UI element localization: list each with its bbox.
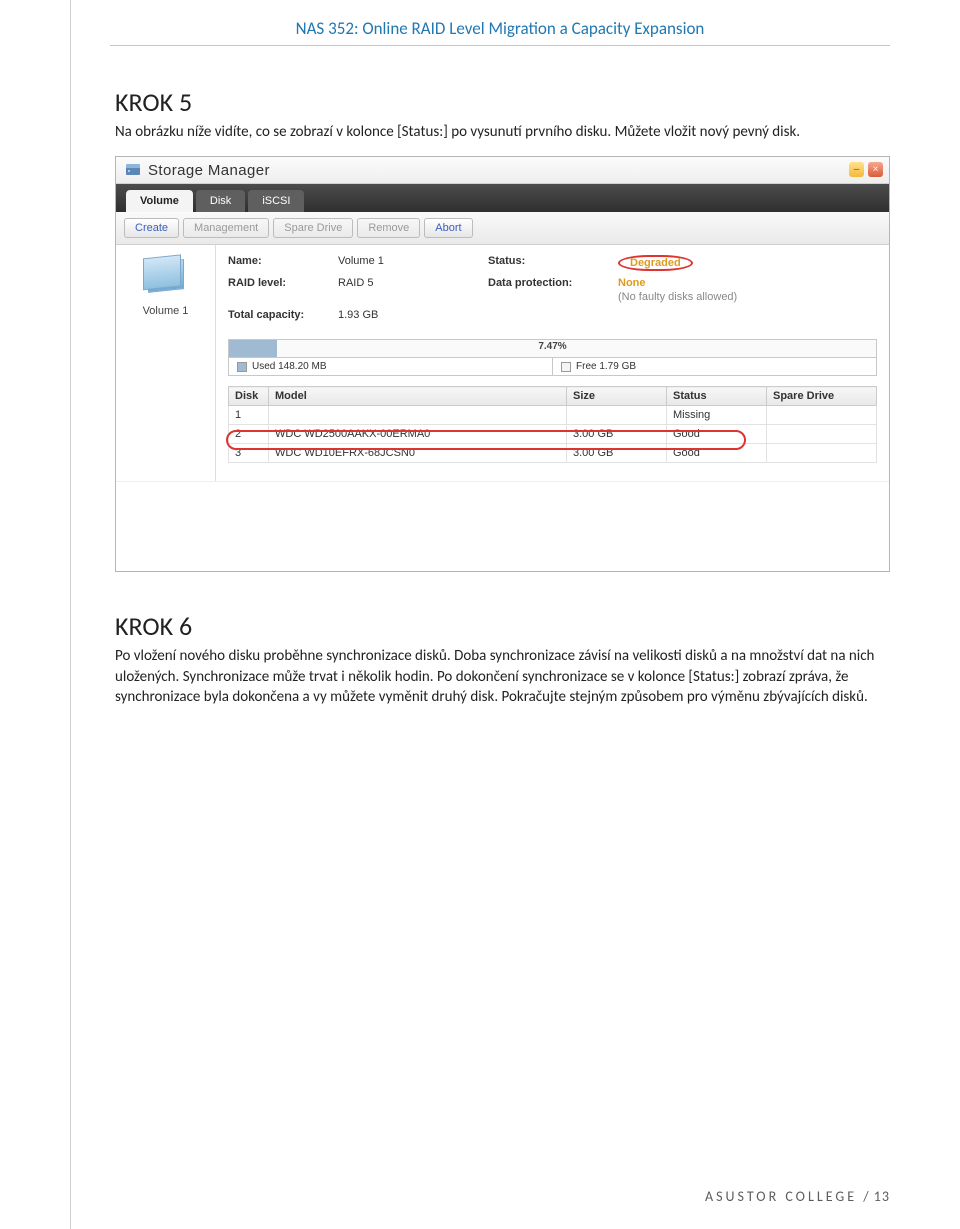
col-spare[interactable]: Spare Drive: [767, 387, 877, 406]
footer-brand: ASUSTOR COLLEGE: [705, 1188, 857, 1205]
cell-spare: [767, 425, 877, 444]
usage-legend: Used 148.20 MB Free 1.79 GB: [229, 357, 876, 375]
tab-iscsi[interactable]: iSCSI: [248, 190, 304, 212]
raid-label: RAID level:: [228, 277, 338, 303]
window-titlebar[interactable]: Storage Manager – ×: [116, 157, 889, 184]
status-value-wrap: Degraded: [618, 255, 838, 271]
cell-model: [269, 406, 567, 425]
usage-free-cell: Free 1.79 GB: [553, 358, 876, 375]
cell-spare: [767, 406, 877, 425]
window-empty-area: [116, 481, 889, 571]
close-icon[interactable]: ×: [868, 162, 883, 177]
usage-free-label: Free 1.79 GB: [576, 361, 636, 372]
free-swatch-icon: [561, 362, 571, 372]
management-button[interactable]: Management: [183, 218, 269, 238]
table-row[interactable]: 3WDC WD10EFRX-68JCSN03.00 GBGood: [229, 444, 877, 463]
name-label: Name:: [228, 255, 338, 271]
data-protection-label: Data protection:: [488, 277, 618, 303]
usage-used-label: Used 148.20 MB: [252, 361, 327, 372]
step-6-heading: KROK 6: [115, 610, 890, 642]
page-header: NAS 352: Online RAID Level Migration a C…: [110, 0, 890, 46]
cell-spare: [767, 444, 877, 463]
usage-block: 7.47% Used 148.20 MB Free 1.79 GB: [228, 339, 877, 376]
capacity-value: 1.93 GB: [338, 309, 488, 321]
disk-table: Disk Model Size Status Spare Drive 1 Miss…: [228, 386, 877, 463]
tab-volume[interactable]: Volume: [126, 190, 193, 212]
volume-label: Volume 1: [124, 305, 207, 317]
raid-value: RAID 5: [338, 277, 488, 303]
used-swatch-icon: [237, 362, 247, 372]
cell-size: [567, 406, 667, 425]
data-protection-value: None (No faulty disks allowed): [618, 277, 838, 303]
col-status[interactable]: Status: [667, 387, 767, 406]
usage-percent: 7.47%: [538, 341, 566, 352]
cell-status: Good: [667, 425, 767, 444]
step-5-heading: KROK 5: [115, 86, 890, 118]
usage-used-cell: Used 148.20 MB: [229, 358, 553, 375]
table-row[interactable]: 1 Missing: [229, 406, 877, 425]
name-value: Volume 1: [338, 255, 488, 271]
col-size[interactable]: Size: [567, 387, 667, 406]
volume-icon[interactable]: [140, 255, 192, 301]
abort-button[interactable]: Abort: [424, 218, 472, 238]
capacity-label: Total capacity:: [228, 309, 338, 321]
cell-size: 3.00 GB: [567, 444, 667, 463]
dp-none-text: None: [618, 277, 646, 289]
dp-sub-text: (No faulty disks allowed): [618, 291, 838, 303]
status-label: Status:: [488, 255, 618, 271]
step-6-text: Po vložení nového disku proběhne synchro…: [115, 646, 890, 707]
tab-disk[interactable]: Disk: [196, 190, 245, 212]
page-content: KROK 5 Na obrázku níže vidíte, co se zob…: [0, 46, 960, 707]
step-5-text: Na obrázku níže vidíte, co se zobrazí v …: [115, 122, 890, 142]
col-disk[interactable]: Disk: [229, 387, 269, 406]
table-row[interactable]: 2WDC WD2500AAKX-00ERMA03.00 GBGood: [229, 425, 877, 444]
panel-body: Volume 1 Name: Volume 1 Status: Degraded…: [116, 245, 889, 481]
cell-status: Good: [667, 444, 767, 463]
info-grid: Name: Volume 1 Status: Degraded RAID lev…: [228, 255, 877, 321]
disk-table-head: Disk Model Size Status Spare Drive: [229, 387, 877, 406]
cell-size: 3.00 GB: [567, 425, 667, 444]
create-button[interactable]: Create: [124, 218, 179, 238]
page-left-rule: [70, 0, 71, 1229]
usage-bar: 7.47%: [229, 340, 876, 357]
usage-fill: [229, 340, 277, 357]
spare-drive-button[interactable]: Spare Drive: [273, 218, 353, 238]
storage-manager-window: Storage Manager – × Volume Disk iSCSI Cr…: [115, 156, 890, 572]
app-icon: [124, 161, 142, 179]
remove-button[interactable]: Remove: [357, 218, 420, 238]
volume-details: Name: Volume 1 Status: Degraded RAID lev…: [216, 245, 889, 481]
cell-disk: 1: [229, 406, 269, 425]
window-title: Storage Manager: [148, 162, 270, 179]
col-model[interactable]: Model: [269, 387, 567, 406]
cell-model: WDC WD10EFRX-68JCSN0: [269, 444, 567, 463]
toolbar: Create Management Spare Drive Remove Abo…: [116, 212, 889, 245]
cell-status: Missing: [667, 406, 767, 425]
window-controls: – ×: [849, 162, 883, 177]
status-badge: Degraded: [618, 255, 693, 271]
tab-strip: Volume Disk iSCSI: [116, 184, 889, 212]
page-footer: ASUSTOR COLLEGE / 13: [705, 1188, 890, 1205]
cell-model: WDC WD2500AAKX-00ERMA0: [269, 425, 567, 444]
footer-page: / 13: [863, 1188, 890, 1205]
cell-disk: 2: [229, 425, 269, 444]
disk-table-body: 1Missing2WDC WD2500AAKX-00ERMA03.00 GBGo…: [229, 406, 877, 463]
cell-disk: 3: [229, 444, 269, 463]
volume-sidebar: Volume 1: [116, 245, 216, 481]
minimize-icon[interactable]: –: [849, 162, 864, 177]
